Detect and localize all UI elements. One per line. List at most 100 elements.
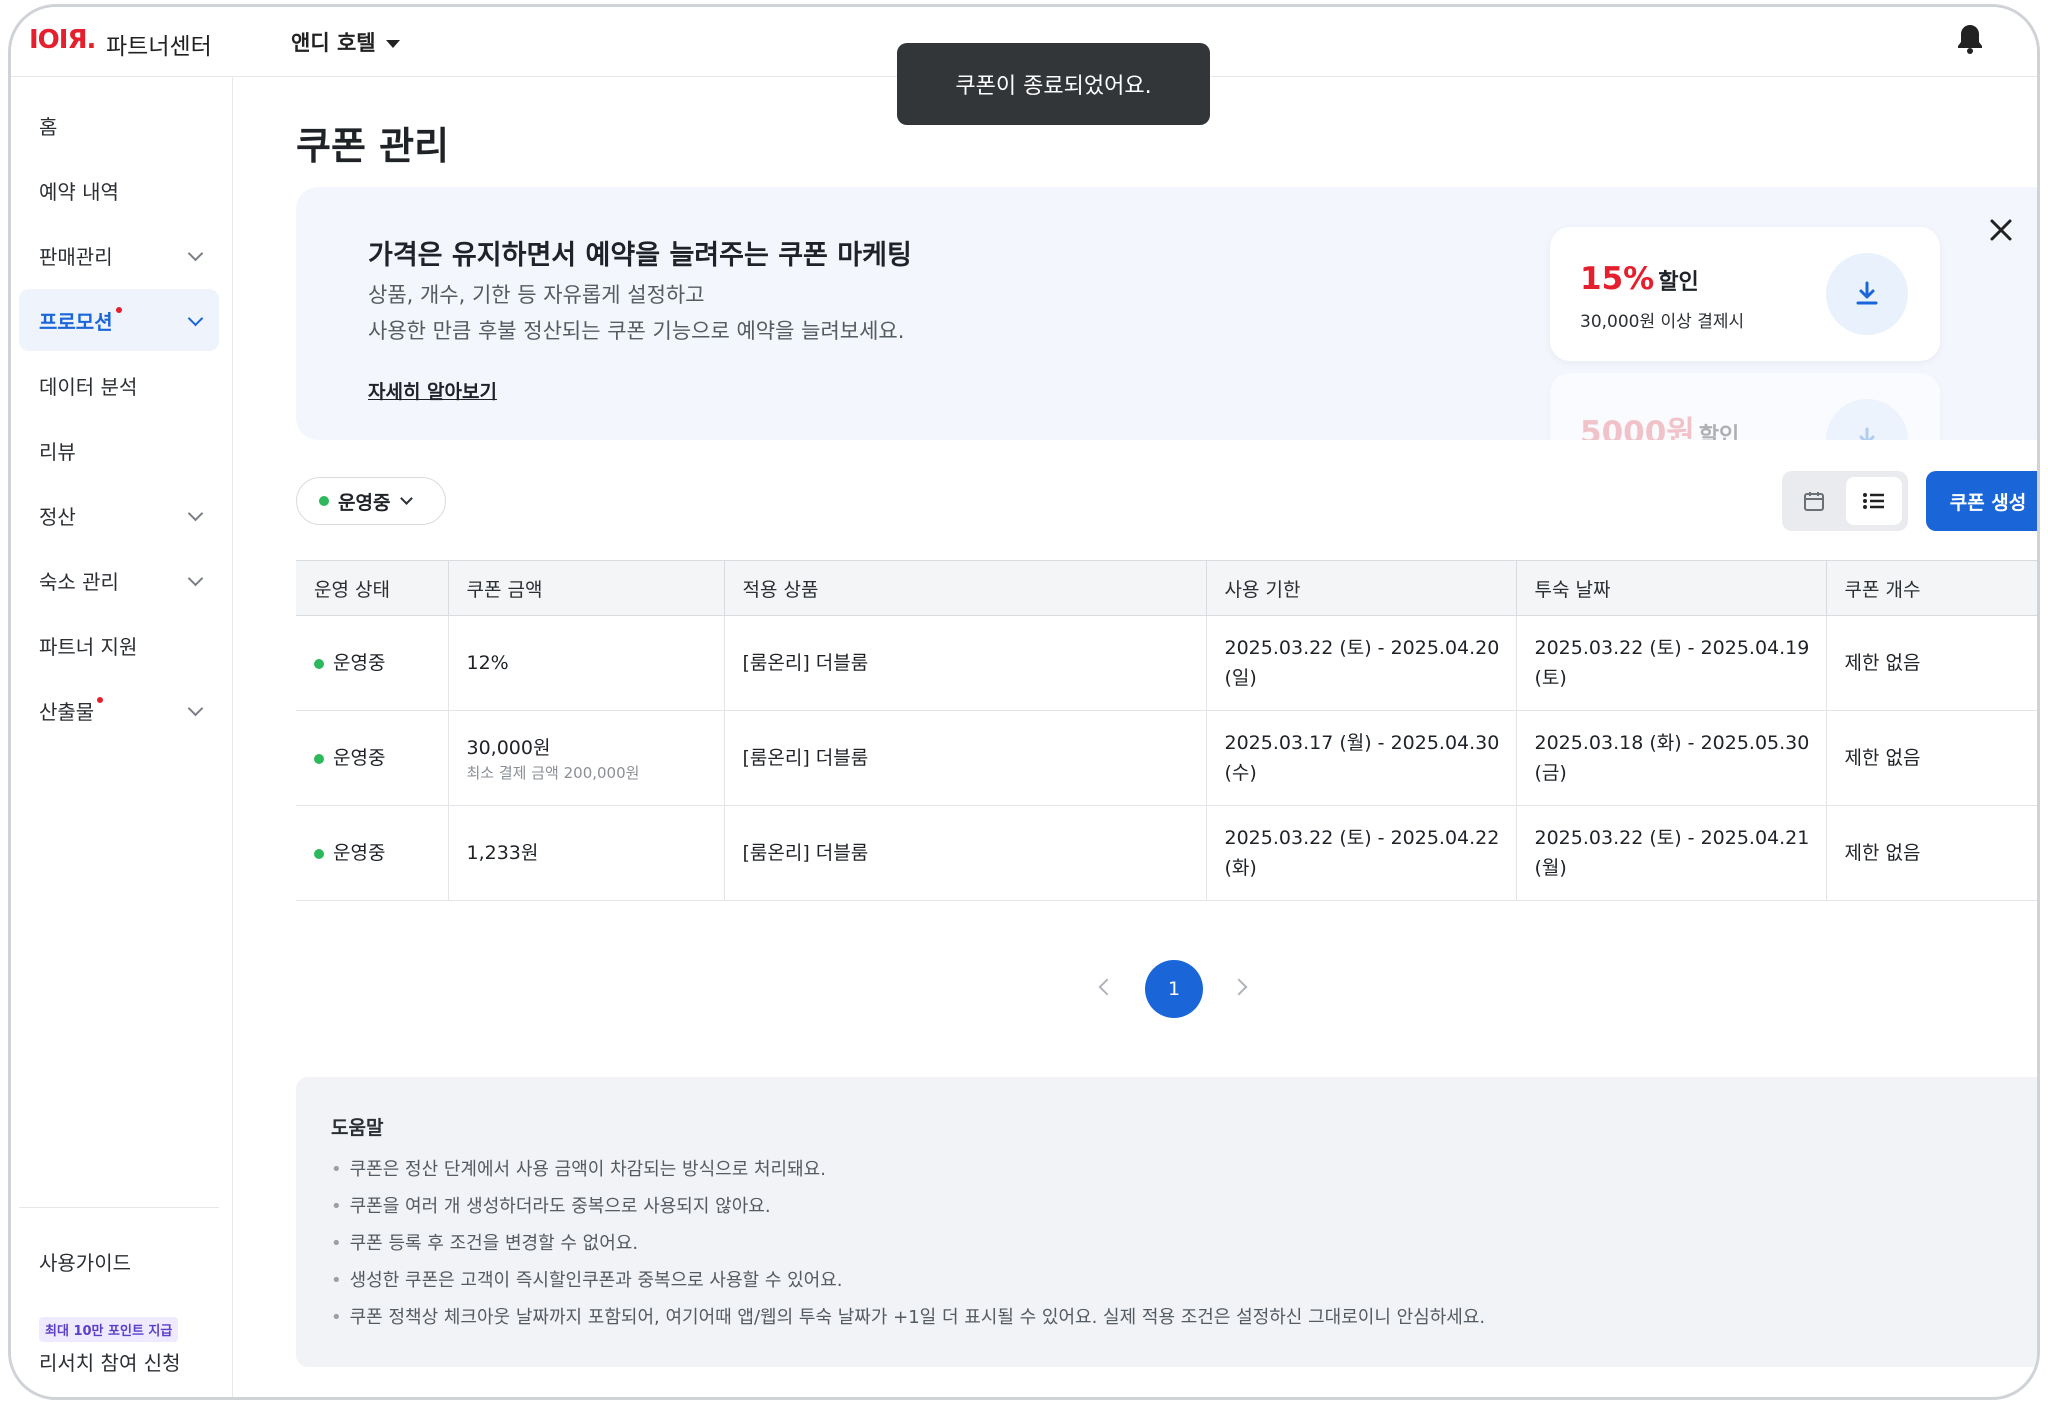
close-icon[interactable] xyxy=(1986,215,2016,245)
coupon-amount-value: 5000원 xyxy=(1580,415,1695,440)
column-header: 쿠폰 개수 xyxy=(1826,560,2037,616)
user-guide-link[interactable]: 사용가이드 xyxy=(39,1247,131,1276)
download-icon[interactable] xyxy=(1826,253,1908,335)
count-cell: 제한 없음 xyxy=(1826,805,2037,901)
status-cell: 운영중 xyxy=(296,710,449,806)
status-label: 운영중 xyxy=(333,652,386,674)
coupon-amount: 5000원 할인 xyxy=(1580,407,1739,440)
table-row[interactable]: 운영중 30,000원 최소 결제 금액 200,000원 [룸온리] 더블룸 2… xyxy=(296,710,2037,806)
amount-cell: 30,000원최소 결제 금액 200,000원 xyxy=(448,710,725,806)
chevron-down-icon xyxy=(187,700,204,717)
sidebar-item-promotion[interactable]: 프로모션 xyxy=(19,289,219,351)
help-item: 쿠폰은 정산 단계에서 사용 금액이 차감되는 방식으로 처리돼요. xyxy=(331,1155,1485,1192)
help-item: 쿠폰 등록 후 조건을 변경할 수 없어요. xyxy=(331,1229,1485,1266)
sidebar-item-label: 산출물 xyxy=(39,699,95,724)
help-item: 쿠폰을 여러 개 생성하더라도 중복으로 사용되지 않아요. xyxy=(331,1192,1485,1229)
status-filter-label: 운영중 xyxy=(338,491,391,514)
amount-value: 30,000원 xyxy=(466,737,551,759)
column-header: 쿠폰 금액 xyxy=(448,560,725,616)
sidebar-item-label: 리뷰 xyxy=(39,439,76,464)
toast-message: 쿠폰이 종료되었어요. xyxy=(897,43,1210,125)
coupon-amount: 15% 할인 xyxy=(1580,261,1699,297)
learn-more-link[interactable]: 자세히 알아보기 xyxy=(368,377,497,404)
new-dot-badge xyxy=(115,307,122,313)
banner-description: 사용한 만큼 후불 정산되는 쿠폰 기능으로 예약을 늘려보세요. xyxy=(368,319,905,343)
coupon-condition: 30,000원 이상 결제시 xyxy=(1580,312,1745,332)
help-panel: 도움말 쿠폰은 정산 단계에서 사용 금액이 차감되는 방식으로 처리돼요. 쿠… xyxy=(296,1077,2037,1367)
coupon-amount-label: 할인 xyxy=(1698,424,1740,440)
min-payment-note: 최소 결제 금액 200,000원 xyxy=(466,764,640,782)
sidebar-item-sales[interactable]: 판매관리 xyxy=(19,224,219,286)
status-filter-dropdown[interactable]: 운영중 xyxy=(296,477,446,525)
status-dot xyxy=(319,496,329,506)
calendar-view-button[interactable] xyxy=(1786,477,1842,525)
sidebar-item-analytics[interactable]: 데이터 분석 xyxy=(19,354,219,416)
table-header-row: 운영 상태 쿠폰 금액 적용 상품 사용 기한 투숙 날짜 쿠폰 개수 xyxy=(296,560,2037,616)
sidebar-item-label: 숙소 관리 xyxy=(39,569,119,594)
list-view-button[interactable] xyxy=(1846,477,1902,525)
download-icon[interactable] xyxy=(1826,399,1908,440)
sidebar-item-label: 파트너 지원 xyxy=(39,634,138,659)
sidebar-item-settlement[interactable]: 정산 xyxy=(19,484,219,546)
table-row[interactable]: 운영중 12% [룸온리] 더블룸 2025.03.22 (토) - 2025.… xyxy=(296,615,2037,711)
bell-icon[interactable] xyxy=(1955,23,1985,55)
coupon-amount-label: 할인 xyxy=(1658,270,1699,295)
research-signup-link[interactable]: 리서치 참여 신청 xyxy=(39,1347,181,1376)
stay-period-cell: 2025.03.18 (화) - 2025.05.30 (금) xyxy=(1516,710,1827,806)
logo-subtitle: 파트너센터 xyxy=(106,34,212,60)
research-reward-badge: 최대 10만 포인트 지급 xyxy=(39,1317,179,1342)
help-list: 쿠폰은 정산 단계에서 사용 금액이 차감되는 방식으로 처리돼요. 쿠폰을 여… xyxy=(331,1155,1486,1340)
create-coupon-button[interactable]: 쿠폰 생성 xyxy=(1926,471,2037,531)
sidebar-item-label: 예약 내역 xyxy=(39,179,119,204)
sidebar: 홈 예약 내역 판매관리 프로모션 데이터 분석 리뷰 정산 숙소 관리 파트너… xyxy=(11,77,233,1397)
sidebar-item-label: 정산 xyxy=(39,504,76,529)
product-cell: [룸온리] 더블룸 xyxy=(724,615,1207,711)
help-item: 생성한 쿠폰은 고객이 즉시할인쿠폰과 중복으로 사용할 수 있어요. xyxy=(331,1266,1485,1303)
sidebar-item-reviews[interactable]: 리뷰 xyxy=(19,419,219,481)
amount-cell: 12% xyxy=(448,615,725,711)
status-dot xyxy=(314,849,324,859)
banner-description: 상품, 개수, 기한 등 자유롭게 설정하고 xyxy=(368,283,705,307)
help-title: 도움말 xyxy=(331,1117,384,1139)
amount-cell: 1,233원 xyxy=(448,805,725,901)
sidebar-divider xyxy=(19,1207,219,1208)
app-window: IOIЯ. 파트너센터 앤디 호텔 쿠폰이 종료되었어요. 홈 예약 내역 판매… xyxy=(8,4,2040,1400)
promo-banner: 가격은 유지하면서 예약을 늘려주는 쿠폰 마케팅 상품, 개수, 기한 등 자… xyxy=(296,187,2037,440)
caret-down-icon xyxy=(385,40,400,48)
sidebar-item-label: 프로모션 xyxy=(39,309,113,334)
chevron-down-icon xyxy=(187,310,204,327)
sidebar-item-property[interactable]: 숙소 관리 xyxy=(19,549,219,611)
column-header: 운영 상태 xyxy=(296,560,449,616)
sidebar-item-label: 데이터 분석 xyxy=(39,374,138,399)
column-header: 사용 기한 xyxy=(1206,560,1517,616)
coupon-preview-card: 15% 할인 30,000원 이상 결제시 xyxy=(1550,227,1940,361)
chevron-right-icon[interactable] xyxy=(1230,978,1248,996)
view-toggle xyxy=(1782,471,1908,531)
sidebar-item-label: 판매관리 xyxy=(39,244,113,269)
chevron-down-icon xyxy=(187,570,204,587)
sidebar-item-home[interactable]: 홈 xyxy=(19,94,219,156)
status-cell: 운영중 xyxy=(296,805,449,901)
sidebar-item-reservations[interactable]: 예약 내역 xyxy=(19,159,219,221)
table-row[interactable]: 운영중 1,233원 [룸온리] 더블룸 2025.03.22 (토) - 20… xyxy=(296,805,2037,901)
stay-period-cell: 2025.03.22 (토) - 2025.04.19 (토) xyxy=(1516,615,1827,711)
hotel-selector[interactable]: 앤디 호텔 xyxy=(291,27,400,57)
sidebar-item-partner-support[interactable]: 파트너 지원 xyxy=(19,614,219,676)
brand-logo[interactable]: IOIЯ. xyxy=(29,25,96,55)
use-period-cell: 2025.03.22 (토) - 2025.04.22 (화) xyxy=(1206,805,1517,901)
use-period-cell: 2025.03.17 (월) - 2025.04.30 (수) xyxy=(1206,710,1517,806)
product-cell: [룸온리] 더블룸 xyxy=(724,805,1207,901)
coupon-amount-value: 15% xyxy=(1580,261,1655,297)
count-cell: 제한 없음 xyxy=(1826,710,2037,806)
list-icon xyxy=(1863,493,1884,509)
chevron-down-icon xyxy=(187,505,204,522)
status-cell: 운영중 xyxy=(296,615,449,711)
new-dot-badge xyxy=(97,697,104,703)
status-label: 운영중 xyxy=(333,842,386,864)
chevron-left-icon[interactable] xyxy=(1098,978,1116,996)
chevron-down-icon xyxy=(400,492,414,505)
page-number-button[interactable]: 1 xyxy=(1145,960,1203,1018)
sidebar-item-outputs[interactable]: 산출물 xyxy=(19,679,219,741)
amount-value: 1,233원 xyxy=(466,842,539,864)
amount-value: 12% xyxy=(466,652,509,674)
